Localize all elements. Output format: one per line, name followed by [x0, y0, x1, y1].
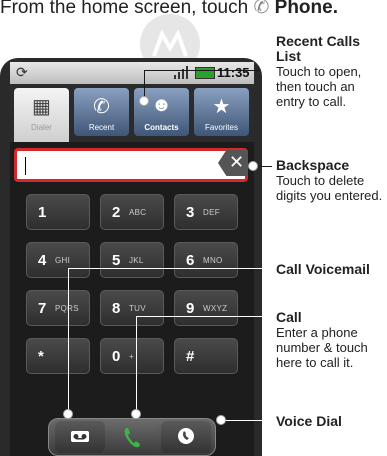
recent-calls-icon: ✆ — [93, 96, 110, 118]
tab-bar: ▦ Dialer ✆ Recent ☻ Contacts ★ Favorites — [10, 84, 254, 142]
phone-icon: ✆ — [253, 0, 270, 18]
key-3[interactable]: 3 DEF — [174, 194, 238, 230]
tab-recent-label: Recent — [88, 123, 115, 132]
call-icon — [124, 428, 140, 448]
key-letters: + — [129, 352, 134, 361]
dialpad-icon: ▦ — [32, 96, 51, 118]
star-icon: ★ — [212, 96, 231, 118]
key-digit: 6 — [186, 252, 195, 269]
recent-callout-dot — [139, 96, 149, 106]
key-digit: 9 — [186, 300, 195, 317]
key-digit: 8 — [112, 300, 121, 317]
voicemail-callout-title: Call Voicemail — [276, 261, 370, 277]
key-letters: TUV — [129, 304, 146, 313]
tab-favorites[interactable]: ★ Favorites — [194, 88, 249, 136]
key-digit: * — [38, 348, 44, 365]
backspace-callout-title: Backspace — [276, 157, 350, 173]
voice-dial-button[interactable] — [161, 421, 211, 453]
voicemail-callout-dot — [63, 409, 73, 419]
status-bar: ⟳ 11:35 — [10, 62, 254, 84]
recent-callout-title: Recent Calls List — [276, 33, 361, 64]
call-callout-title: Call — [276, 309, 302, 325]
voicemail-button[interactable] — [55, 421, 105, 453]
key-8[interactable]: 8 TUV — [100, 290, 164, 326]
backspace-callout-dot — [248, 161, 258, 171]
intro-text: From the home screen, touch ✆ Phone. — [0, 0, 387, 19]
voicedial-callout: Voice Dial — [276, 414, 386, 429]
key-9[interactable]: 9 WXYZ — [174, 290, 238, 326]
key-letters: ABC — [129, 208, 147, 217]
voicemail-icon — [71, 431, 89, 442]
key-1[interactable]: 1 — [26, 194, 90, 230]
voice-dial-icon — [178, 428, 194, 444]
key-digit: 5 — [112, 252, 121, 269]
backspace-callout: Backspace Touch to delete digits you ent… — [276, 157, 386, 204]
text-cursor — [25, 157, 26, 175]
key-digit: 1 — [38, 204, 47, 221]
voicedial-callout-line — [220, 420, 272, 421]
voicedial-callout-title: Voice Dial — [276, 413, 342, 429]
tab-recent[interactable]: ✆ Recent — [74, 88, 129, 136]
call-callout-dot — [131, 409, 141, 419]
key-letters: PQRS — [55, 304, 79, 313]
key-0[interactable]: 0 + — [100, 338, 164, 374]
key-letters: MNO — [203, 256, 223, 265]
sync-icon: ⟳ — [16, 64, 28, 80]
key-star[interactable]: * — [26, 338, 90, 374]
key-digit: 7 — [38, 300, 47, 317]
key-digit: 0 — [112, 348, 121, 365]
key-digit: # — [186, 348, 195, 365]
call-callout-line — [136, 316, 272, 317]
call-callout-line — [136, 316, 137, 414]
key-digit: 2 — [112, 204, 121, 221]
key-6[interactable]: 6 MNO — [174, 242, 238, 278]
backspace-callout-text: Touch to delete digits you entered. — [276, 173, 383, 203]
voicemail-callout-line — [68, 268, 69, 414]
signal-icon — [174, 66, 188, 79]
call-button[interactable] — [107, 421, 157, 453]
recent-callout: Recent Calls List Touch to open, then to… — [276, 33, 386, 110]
number-entry-field[interactable] — [14, 148, 248, 182]
key-4[interactable]: 4 GHI — [26, 242, 90, 278]
key-letters: WXYZ — [203, 304, 228, 313]
key-digit: 3 — [186, 204, 195, 221]
key-2[interactable]: 2 ABC — [100, 194, 164, 230]
key-hash[interactable]: # — [174, 338, 238, 374]
tab-favorites-label: Favorites — [205, 123, 238, 132]
key-5[interactable]: 5 JKL — [100, 242, 164, 278]
key-letters: JKL — [129, 256, 144, 265]
intro-label: From the home screen, touch — [0, 0, 249, 18]
tab-contacts-label: Contacts — [144, 123, 179, 132]
voicemail-callout-line — [68, 268, 272, 269]
voicemail-callout: Call Voicemail — [276, 262, 386, 277]
key-7[interactable]: 7 PQRS — [26, 290, 90, 326]
key-letters: GHI — [55, 256, 71, 265]
recent-callout-line — [144, 70, 260, 71]
key-digit: 4 — [38, 252, 47, 269]
backspace-x-icon: ✕ — [229, 152, 245, 172]
voicedial-callout-dot — [216, 415, 226, 425]
status-time: 11:35 — [217, 65, 250, 80]
tab-dialer[interactable]: ▦ Dialer — [14, 88, 69, 142]
recent-callout-text: Touch to open, then touch an entry to ca… — [276, 64, 362, 109]
intro-emphasis: Phone. — [274, 0, 338, 18]
key-letters: DEF — [203, 208, 220, 217]
call-callout-text: Enter a phone number & touch here to cal… — [276, 325, 368, 370]
battery-icon — [195, 67, 215, 79]
phone-screen: ⟳ 11:35 ▦ Dialer ✆ Recent ☻ Contacts ★ F… — [10, 62, 254, 456]
call-callout: Call Enter a phone number & touch here t… — [276, 309, 386, 371]
action-bar — [48, 418, 216, 456]
tab-dialer-label: Dialer — [31, 123, 52, 132]
